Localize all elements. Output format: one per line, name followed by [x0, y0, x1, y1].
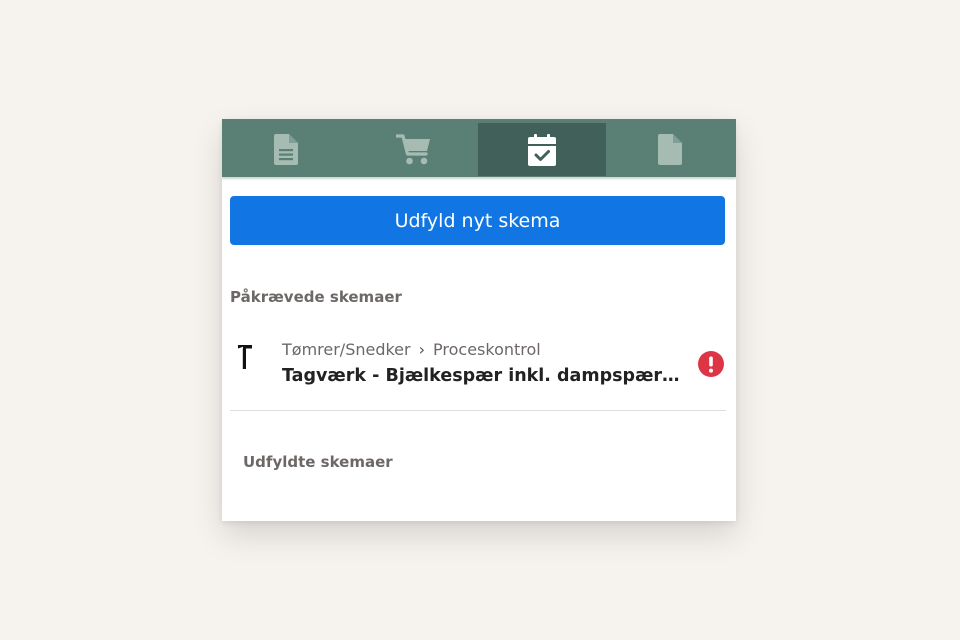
shopping-cart-icon	[396, 133, 430, 164]
new-schema-button[interactable]: Udfyld nyt skema	[230, 196, 725, 245]
tab-documents[interactable]	[222, 123, 350, 176]
breadcrumb-trade: Tømrer/Snedker	[282, 340, 411, 359]
row-divider	[230, 410, 726, 411]
schema-panel: Udfyld nyt skema Påkrævede skemaer Tømre…	[222, 119, 736, 521]
tab-shop[interactable]	[350, 123, 478, 176]
schema-title: Tagværk - Bjælkespær inkl. dampspærre, i…	[282, 366, 688, 386]
list-item[interactable]: Tømrer/Snedker › Proceskontrol Tagværk - B…	[230, 333, 726, 411]
breadcrumb: Tømrer/Snedker › Proceskontrol	[282, 340, 541, 359]
document-lines-icon	[274, 134, 298, 165]
blank-file-icon	[658, 134, 682, 165]
filled-section-label: Udfyldte skemaer	[243, 453, 393, 471]
required-section-label: Påkrævede skemaer	[230, 288, 402, 306]
breadcrumb-category: Proceskontrol	[433, 340, 541, 359]
tab-files[interactable]	[606, 123, 734, 176]
breadcrumb-separator: ›	[418, 340, 426, 359]
exclamation-circle-icon	[698, 351, 724, 377]
calendar-check-icon	[528, 133, 556, 166]
tab-bar	[222, 119, 736, 177]
hammer-icon	[238, 345, 252, 369]
tab-schemas[interactable]	[478, 123, 606, 176]
